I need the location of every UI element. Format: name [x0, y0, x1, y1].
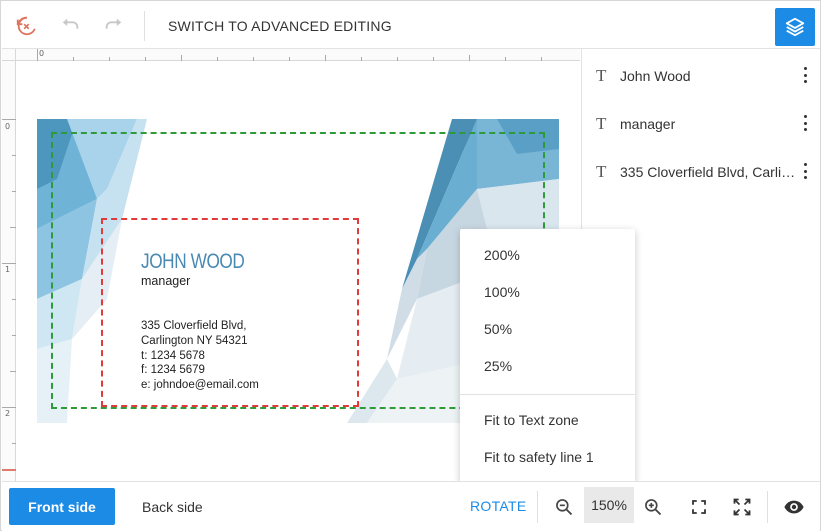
- ruler-label: 2: [5, 409, 11, 418]
- more-vert-icon[interactable]: [801, 115, 809, 131]
- card-address-text[interactable]: 335 Cloverfield Blvd, Carlington NY 5432…: [141, 319, 259, 393]
- switch-advanced-editing-button[interactable]: SWITCH TO ADVANCED EDITING: [168, 18, 392, 34]
- fullscreen-icon[interactable]: [725, 490, 759, 524]
- revert-history-icon[interactable]: [10, 10, 42, 42]
- layer-item-address[interactable]: T 335 Cloverfield Blvd, Carlin…: [582, 149, 821, 189]
- fit-to-text-zone-option[interactable]: Fit to Text zone: [484, 412, 579, 428]
- layer-label: manager: [620, 116, 676, 132]
- layers-icon: [785, 17, 805, 37]
- layer-item-john-wood[interactable]: T John Wood: [582, 53, 821, 93]
- card-title-text[interactable]: manager: [141, 274, 190, 288]
- more-vert-icon[interactable]: [801, 163, 809, 179]
- fit-screen-icon[interactable]: [682, 490, 716, 524]
- zoom-level-button[interactable]: 150%: [584, 487, 634, 523]
- fit-to-safety-line-option[interactable]: Fit to safety line 1: [484, 449, 594, 465]
- layer-item-manager[interactable]: T manager: [582, 101, 821, 141]
- text-layer-icon: T: [596, 114, 607, 133]
- preview-eye-icon[interactable]: [777, 490, 811, 524]
- layer-label: 335 Cloverfield Blvd, Carlin…: [620, 164, 798, 180]
- editor-window: SWITCH TO ADVANCED EDITING 0 0 1 2 JOHN …: [0, 0, 821, 531]
- ruler-label: 1: [5, 265, 11, 274]
- rotate-button[interactable]: ROTATE: [470, 498, 527, 514]
- ruler-label: 0: [39, 49, 45, 58]
- horizontal-ruler: 0: [16, 49, 580, 61]
- card-name-text[interactable]: JOHN WOOD: [141, 250, 245, 274]
- zoom-option-100[interactable]: 100%: [484, 284, 520, 300]
- back-side-button[interactable]: Back side: [142, 499, 203, 515]
- top-toolbar: SWITCH TO ADVANCED EDITING: [2, 2, 820, 49]
- layers-button[interactable]: [775, 8, 815, 46]
- zoom-option-50[interactable]: 50%: [484, 321, 512, 337]
- zoom-option-25[interactable]: 25%: [484, 358, 512, 374]
- ruler-corner: [2, 49, 16, 61]
- toolbar-divider: [767, 491, 768, 523]
- more-vert-icon[interactable]: [801, 67, 809, 83]
- menu-divider: [460, 394, 635, 395]
- zoom-option-200[interactable]: 200%: [484, 247, 520, 263]
- vertical-ruler: 0 1 2: [2, 61, 16, 481]
- redo-icon[interactable]: [98, 10, 130, 42]
- toolbar-divider: [144, 11, 145, 41]
- ruler-label: 0: [5, 122, 11, 131]
- undo-icon[interactable]: [54, 10, 86, 42]
- zoom-in-icon[interactable]: [636, 490, 670, 524]
- text-layer-icon: T: [596, 162, 607, 181]
- zoom-out-icon[interactable]: [547, 490, 581, 524]
- bottom-toolbar: Front side Back side ROTATE 150%: [2, 481, 820, 531]
- text-layer-icon: T: [596, 66, 607, 85]
- zoom-dropdown-menu: 200% 100% 50% 25% Fit to Text zone Fit t…: [460, 229, 635, 483]
- layer-label: John Wood: [620, 68, 691, 84]
- front-side-button[interactable]: Front side: [9, 488, 115, 525]
- toolbar-divider: [537, 491, 538, 523]
